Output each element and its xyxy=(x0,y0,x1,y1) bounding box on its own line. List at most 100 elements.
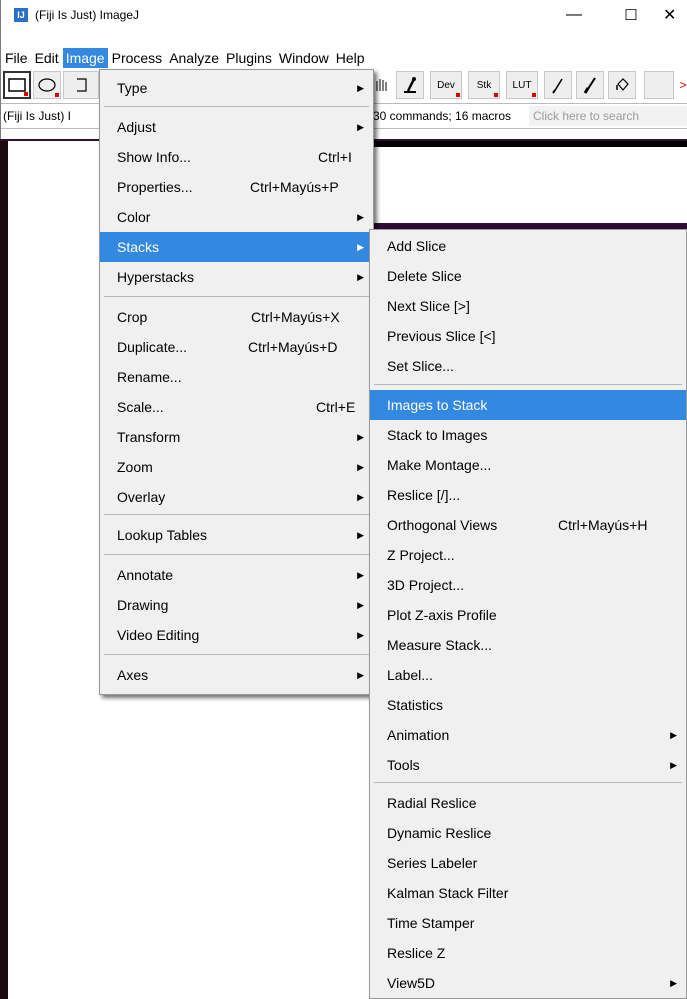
brush-tool-button[interactable] xyxy=(576,71,604,99)
title-bar[interactable]: IJ (Fiji Is Just) ImageJ — ☐ ✕ xyxy=(1,0,687,30)
menu-item-properties[interactable]: Properties... Ctrl+Mayús+P xyxy=(100,172,373,202)
menu-item-shortcut: Ctrl+Mayús+P xyxy=(250,179,339,195)
menu-item-label: Duplicate... xyxy=(117,339,188,355)
menu-item-label: Axes xyxy=(117,667,149,683)
menu-item-label: Delete Slice xyxy=(387,268,462,284)
hand-tool-button[interactable] xyxy=(372,71,390,99)
menu-plugins[interactable]: Plugins xyxy=(223,48,275,68)
menu-item-radial-reslice[interactable]: Radial Reslice xyxy=(370,788,686,818)
menu-analyze[interactable]: Analyze xyxy=(166,48,222,68)
menu-item-label: Hyperstacks xyxy=(117,269,195,285)
rectangle-tool-button[interactable] xyxy=(3,71,31,99)
menu-item-dynamic-reslice[interactable]: Dynamic Reslice xyxy=(370,818,686,848)
submenu-arrow-icon: ▶ xyxy=(357,462,364,472)
menu-item-z-project[interactable]: Z Project... xyxy=(370,540,686,570)
menu-item-previous-slice[interactable]: Previous Slice [<] xyxy=(370,321,686,351)
menu-item-time-stamper[interactable]: Time Stamper xyxy=(370,908,686,938)
flood-fill-tool-button[interactable] xyxy=(608,71,636,99)
menu-item-delete-slice[interactable]: Delete Slice xyxy=(370,261,686,291)
menu-item-next-slice[interactable]: Next Slice [>] xyxy=(370,291,686,321)
menu-item-shortcut: Ctrl+E xyxy=(316,399,356,415)
menu-item-zoom[interactable]: Zoom ▶ xyxy=(100,452,373,482)
minimize-button[interactable]: — xyxy=(554,3,594,27)
menu-item-reslice[interactable]: Reslice [/]... xyxy=(370,480,686,510)
dev-button[interactable]: Dev xyxy=(430,71,462,99)
magic-wand-icon xyxy=(404,77,416,93)
menu-item-label: Orthogonal Views xyxy=(387,517,498,533)
polygon-tool-button[interactable] xyxy=(63,71,99,99)
menu-item-set-slice[interactable]: Set Slice... xyxy=(370,351,686,381)
status-command-count: 30 commands; 16 macros xyxy=(373,109,512,123)
menu-item-crop[interactable]: Crop Ctrl+Mayús+X xyxy=(100,302,373,332)
menu-item-drawing[interactable]: Drawing ▶ xyxy=(100,590,373,620)
lut-button[interactable]: LUT xyxy=(506,71,538,99)
menu-item-reslice-z[interactable]: Reslice Z xyxy=(370,938,686,968)
stk-button[interactable]: Stk xyxy=(468,71,500,99)
menu-item-stack-to-images[interactable]: Stack to Images xyxy=(370,420,686,450)
menu-item-orthogonal-views[interactable]: Orthogonal Views Ctrl+Mayús+H xyxy=(370,510,686,540)
flood-fill-icon xyxy=(616,78,629,91)
menu-item-plot-z-axis-profile[interactable]: Plot Z-axis Profile xyxy=(370,600,686,630)
polygon-tool-icon xyxy=(77,78,87,92)
menu-item-make-montage[interactable]: Make Montage... xyxy=(370,450,686,480)
menu-bar: File Edit Image Process Analyze Plugins … xyxy=(1,48,687,68)
menu-item-type[interactable]: Type ▶ xyxy=(100,73,373,103)
menu-item-annotate[interactable]: Annotate ▶ xyxy=(100,560,373,590)
menu-item-show-info[interactable]: Show Info... Ctrl+I xyxy=(100,142,373,172)
menu-item-overlay[interactable]: Overlay ▶ xyxy=(100,482,373,512)
menu-item-animation[interactable]: Animation ▶ xyxy=(370,720,686,750)
menu-item-label: Make Montage... xyxy=(387,457,492,473)
menu-item-tools[interactable]: Tools ▶ xyxy=(370,750,686,780)
menu-item-images-to-stack[interactable]: Images to Stack xyxy=(370,390,686,420)
menu-process[interactable]: Process xyxy=(109,48,166,68)
submenu-arrow-icon: ▶ xyxy=(357,242,364,252)
rectangle-tool-icon xyxy=(8,78,26,92)
menu-item-rename[interactable]: Rename... xyxy=(100,362,373,392)
menu-item-axes[interactable]: Axes ▶ xyxy=(100,660,373,690)
menu-item-series-labeler[interactable]: Series Labeler xyxy=(370,848,686,878)
menu-item-label[interactable]: Label... xyxy=(370,660,686,690)
menu-item-hyperstacks[interactable]: Hyperstacks ▶ xyxy=(100,262,373,292)
submenu-arrow-icon: ▶ xyxy=(357,630,364,640)
menu-item-stacks[interactable]: Stacks ▶ xyxy=(100,232,373,262)
submenu-arrow-icon: ▶ xyxy=(357,122,364,132)
command-search-field[interactable]: Click here to search xyxy=(529,106,687,126)
menu-item-measure-stack[interactable]: Measure Stack... xyxy=(370,630,686,660)
menu-edit[interactable]: Edit xyxy=(32,48,62,68)
menu-item-transform[interactable]: Transform ▶ xyxy=(100,422,373,452)
maximize-button[interactable]: ☐ xyxy=(611,3,651,27)
menu-item-label: Show Info... xyxy=(117,149,191,165)
menu-item-duplicate[interactable]: Duplicate... Ctrl+Mayús+D xyxy=(100,332,373,362)
menu-item-label: Measure Stack... xyxy=(387,637,493,653)
pencil-tool-button[interactable] xyxy=(544,71,572,99)
menu-item-add-slice[interactable]: Add Slice xyxy=(370,231,686,261)
menu-item-label: Images to Stack xyxy=(387,397,488,413)
menu-help[interactable]: Help xyxy=(333,48,368,68)
submenu-arrow-icon: ▶ xyxy=(670,760,677,770)
oval-tool-button[interactable] xyxy=(33,71,61,99)
menu-item-label: Color xyxy=(117,209,151,225)
menu-item-label: View5D xyxy=(387,975,435,991)
menu-item-label: Next Slice [>] xyxy=(387,298,470,314)
menu-file[interactable]: File xyxy=(1,48,31,68)
menu-item-label: Radial Reslice xyxy=(387,795,477,811)
menu-item-video-editing[interactable]: Video Editing ▶ xyxy=(100,620,373,650)
menu-item-color[interactable]: Color ▶ xyxy=(100,202,373,232)
brush-icon xyxy=(583,77,596,94)
magic-wand-tool-button[interactable] xyxy=(396,71,424,99)
menu-item-3d-project[interactable]: 3D Project... xyxy=(370,570,686,600)
menu-window[interactable]: Window xyxy=(276,48,332,68)
image-canvas-right[interactable] xyxy=(373,141,687,223)
more-tools-arrow-icon[interactable]: > xyxy=(678,71,687,99)
menu-item-scale[interactable]: Scale... Ctrl+E xyxy=(100,392,373,422)
menu-item-label: Tools xyxy=(387,757,420,773)
menu-image[interactable]: Image xyxy=(62,48,108,68)
menu-item-kalman-stack-filter[interactable]: Kalman Stack Filter xyxy=(370,878,686,908)
menu-item-lookup-tables[interactable]: Lookup Tables ▶ xyxy=(100,520,373,550)
menu-item-view5d[interactable]: View5D ▶ xyxy=(370,968,686,998)
menu-item-adjust[interactable]: Adjust ▶ xyxy=(100,112,373,142)
menu-item-statistics[interactable]: Statistics xyxy=(370,690,686,720)
close-button[interactable]: ✕ xyxy=(663,3,687,27)
submenu-arrow-icon: ▶ xyxy=(670,730,677,740)
stacks-submenu: Add Slice Delete Slice Next Slice [>] Previ… xyxy=(369,229,687,999)
